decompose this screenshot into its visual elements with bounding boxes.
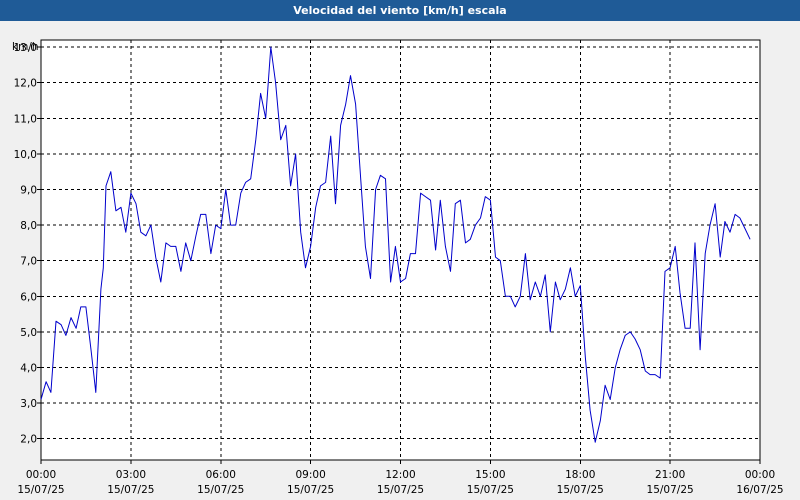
y-tick-label: 12,0: [14, 78, 37, 90]
x-tick-time-label: 18:00: [565, 469, 595, 481]
x-tick-time-label: 03:00: [116, 469, 146, 481]
y-tick-label: 9,0: [20, 184, 37, 196]
x-tick-date-label: 15/07/25: [107, 484, 154, 496]
x-tick-time-label: 21:00: [655, 469, 685, 481]
x-tick-time-label: 12:00: [385, 469, 415, 481]
x-tick-date-label: 16/07/25: [736, 484, 783, 496]
y-axis-unit-label: km/h: [12, 41, 39, 53]
x-tick-time-label: 06:00: [206, 469, 236, 481]
x-tick-time-label: 09:00: [295, 469, 325, 481]
x-tick-date-label: 15/07/25: [287, 484, 334, 496]
y-tick-label: 3,0: [20, 398, 37, 410]
x-tick-date-label: 15/07/25: [647, 484, 694, 496]
y-tick-label: 8,0: [20, 220, 37, 232]
y-tick-label: 11,0: [14, 113, 37, 125]
y-tick-label: 4,0: [20, 362, 37, 374]
x-tick-date-label: 15/07/25: [197, 484, 244, 496]
y-tick-label: 2,0: [20, 434, 37, 446]
wind-speed-chart: 2,03,04,05,06,07,08,09,010,011,012,013,0…: [12, 39, 784, 496]
y-tick-labels: 2,03,04,05,06,07,08,09,010,011,012,013,0: [14, 42, 37, 446]
y-tick-label: 7,0: [20, 256, 37, 268]
y-tick-label: 5,0: [20, 327, 37, 339]
x-tick-date-label: 15/07/25: [467, 484, 514, 496]
x-tick-labels: 00:00 15/07/25 03:00 15/07/25 06:00 15/07/25 0…: [17, 469, 783, 496]
x-tick-date-label: 15/07/25: [377, 484, 424, 496]
y-tick-label: 6,0: [20, 291, 37, 303]
x-tick-date-label: 15/07/25: [557, 484, 604, 496]
x-tick-time-label: 00:00: [745, 469, 775, 481]
x-tick-time-label: 15:00: [475, 469, 505, 481]
y-tick-label: 10,0: [14, 149, 37, 161]
x-tick-time-label: 00:00: [26, 469, 56, 481]
x-tick-date-label: 15/07/25: [17, 484, 64, 496]
